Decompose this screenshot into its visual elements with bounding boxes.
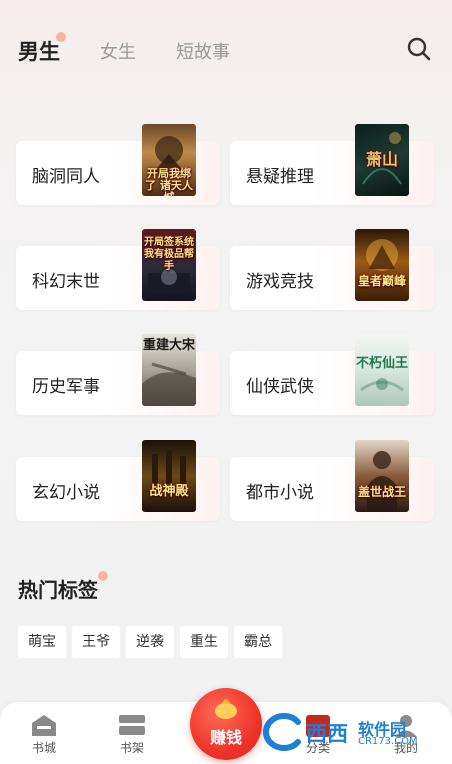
cover-title: 开局签系统 我有极品帮手 — [144, 237, 194, 272]
tag-chip[interactable]: 王爷 — [72, 626, 120, 658]
book-cover[interactable]: 不朽仙王 — [355, 334, 409, 406]
hot-tags-dot — [98, 571, 108, 581]
earn-money-button[interactable]: 赚钱 — [190, 688, 262, 760]
category-label: 科幻末世 — [32, 272, 100, 292]
watermark-url: CR173.COM — [358, 736, 418, 747]
tag-chip[interactable]: 萌宝 — [18, 626, 66, 658]
category-label: 历史军事 — [32, 377, 100, 397]
category-label: 脑洞同人 — [32, 167, 100, 187]
tab-male[interactable]: 男生 — [18, 36, 60, 66]
cover-title: 重建大宋 — [142, 338, 195, 353]
earn-label: 赚钱 — [209, 728, 242, 747]
nav-label: 书城 — [31, 741, 56, 755]
book-cover[interactable]: 皇者巅峰 — [355, 229, 409, 301]
watermark-logo: 西西 软件园 CR173.COM — [258, 712, 436, 754]
bookstore-icon — [32, 715, 56, 736]
top-header: 男生 女生 短故事 — [0, 0, 452, 100]
category-label: 都市小说 — [246, 483, 314, 503]
book-cover[interactable]: 开局我绑了 诸天人城 — [142, 124, 196, 196]
watermark-swirl-icon — [262, 713, 301, 751]
book-cover[interactable]: 重建大宋 — [142, 334, 196, 406]
watermark-brand: 西西 — [306, 722, 348, 746]
cover-title: 开局我绑了 诸天人城 — [145, 167, 193, 197]
category-label: 仙侠武侠 — [246, 377, 314, 397]
cover-title: 战神殿 — [149, 484, 189, 499]
nav-label: 书架 — [119, 741, 144, 755]
cover-title: 不朽仙王 — [355, 356, 408, 371]
cover-title: 萧山 — [365, 150, 398, 169]
cover-art — [366, 239, 398, 271]
hot-tags-title: 热门标签 — [18, 578, 98, 602]
bookshelf-icon — [119, 715, 145, 735]
book-cover[interactable]: 萧山 — [355, 124, 409, 196]
money-bag-icon — [215, 698, 237, 719]
tag-chip[interactable]: 逆袭 — [126, 626, 174, 658]
cover-title: 皇者巅峰 — [357, 274, 406, 288]
tab-short-stories[interactable]: 短故事 — [176, 38, 230, 64]
book-cover[interactable]: 战神殿 — [142, 440, 196, 512]
category-label: 玄幻小说 — [32, 483, 100, 503]
tag-chip[interactable]: 霸总 — [234, 626, 282, 658]
search-icon[interactable] — [406, 36, 432, 62]
cover-art — [367, 451, 397, 512]
tag-chip[interactable]: 重生 — [180, 626, 228, 658]
category-label: 悬疑推理 — [246, 167, 314, 187]
tab-female[interactable]: 女生 — [100, 38, 136, 64]
cover-title: 盖世战王 — [357, 485, 406, 499]
book-cover[interactable]: 开局签系统 我有极品帮手 — [142, 229, 196, 301]
nav-bookshelf[interactable]: 书架 — [102, 706, 162, 762]
cover-art — [152, 450, 186, 484]
nav-bookstore[interactable]: 书城 — [14, 706, 74, 762]
category-label: 游戏竞技 — [246, 272, 314, 292]
active-tab-dot — [56, 32, 66, 42]
book-cover[interactable]: 盖世战王 — [355, 440, 409, 512]
